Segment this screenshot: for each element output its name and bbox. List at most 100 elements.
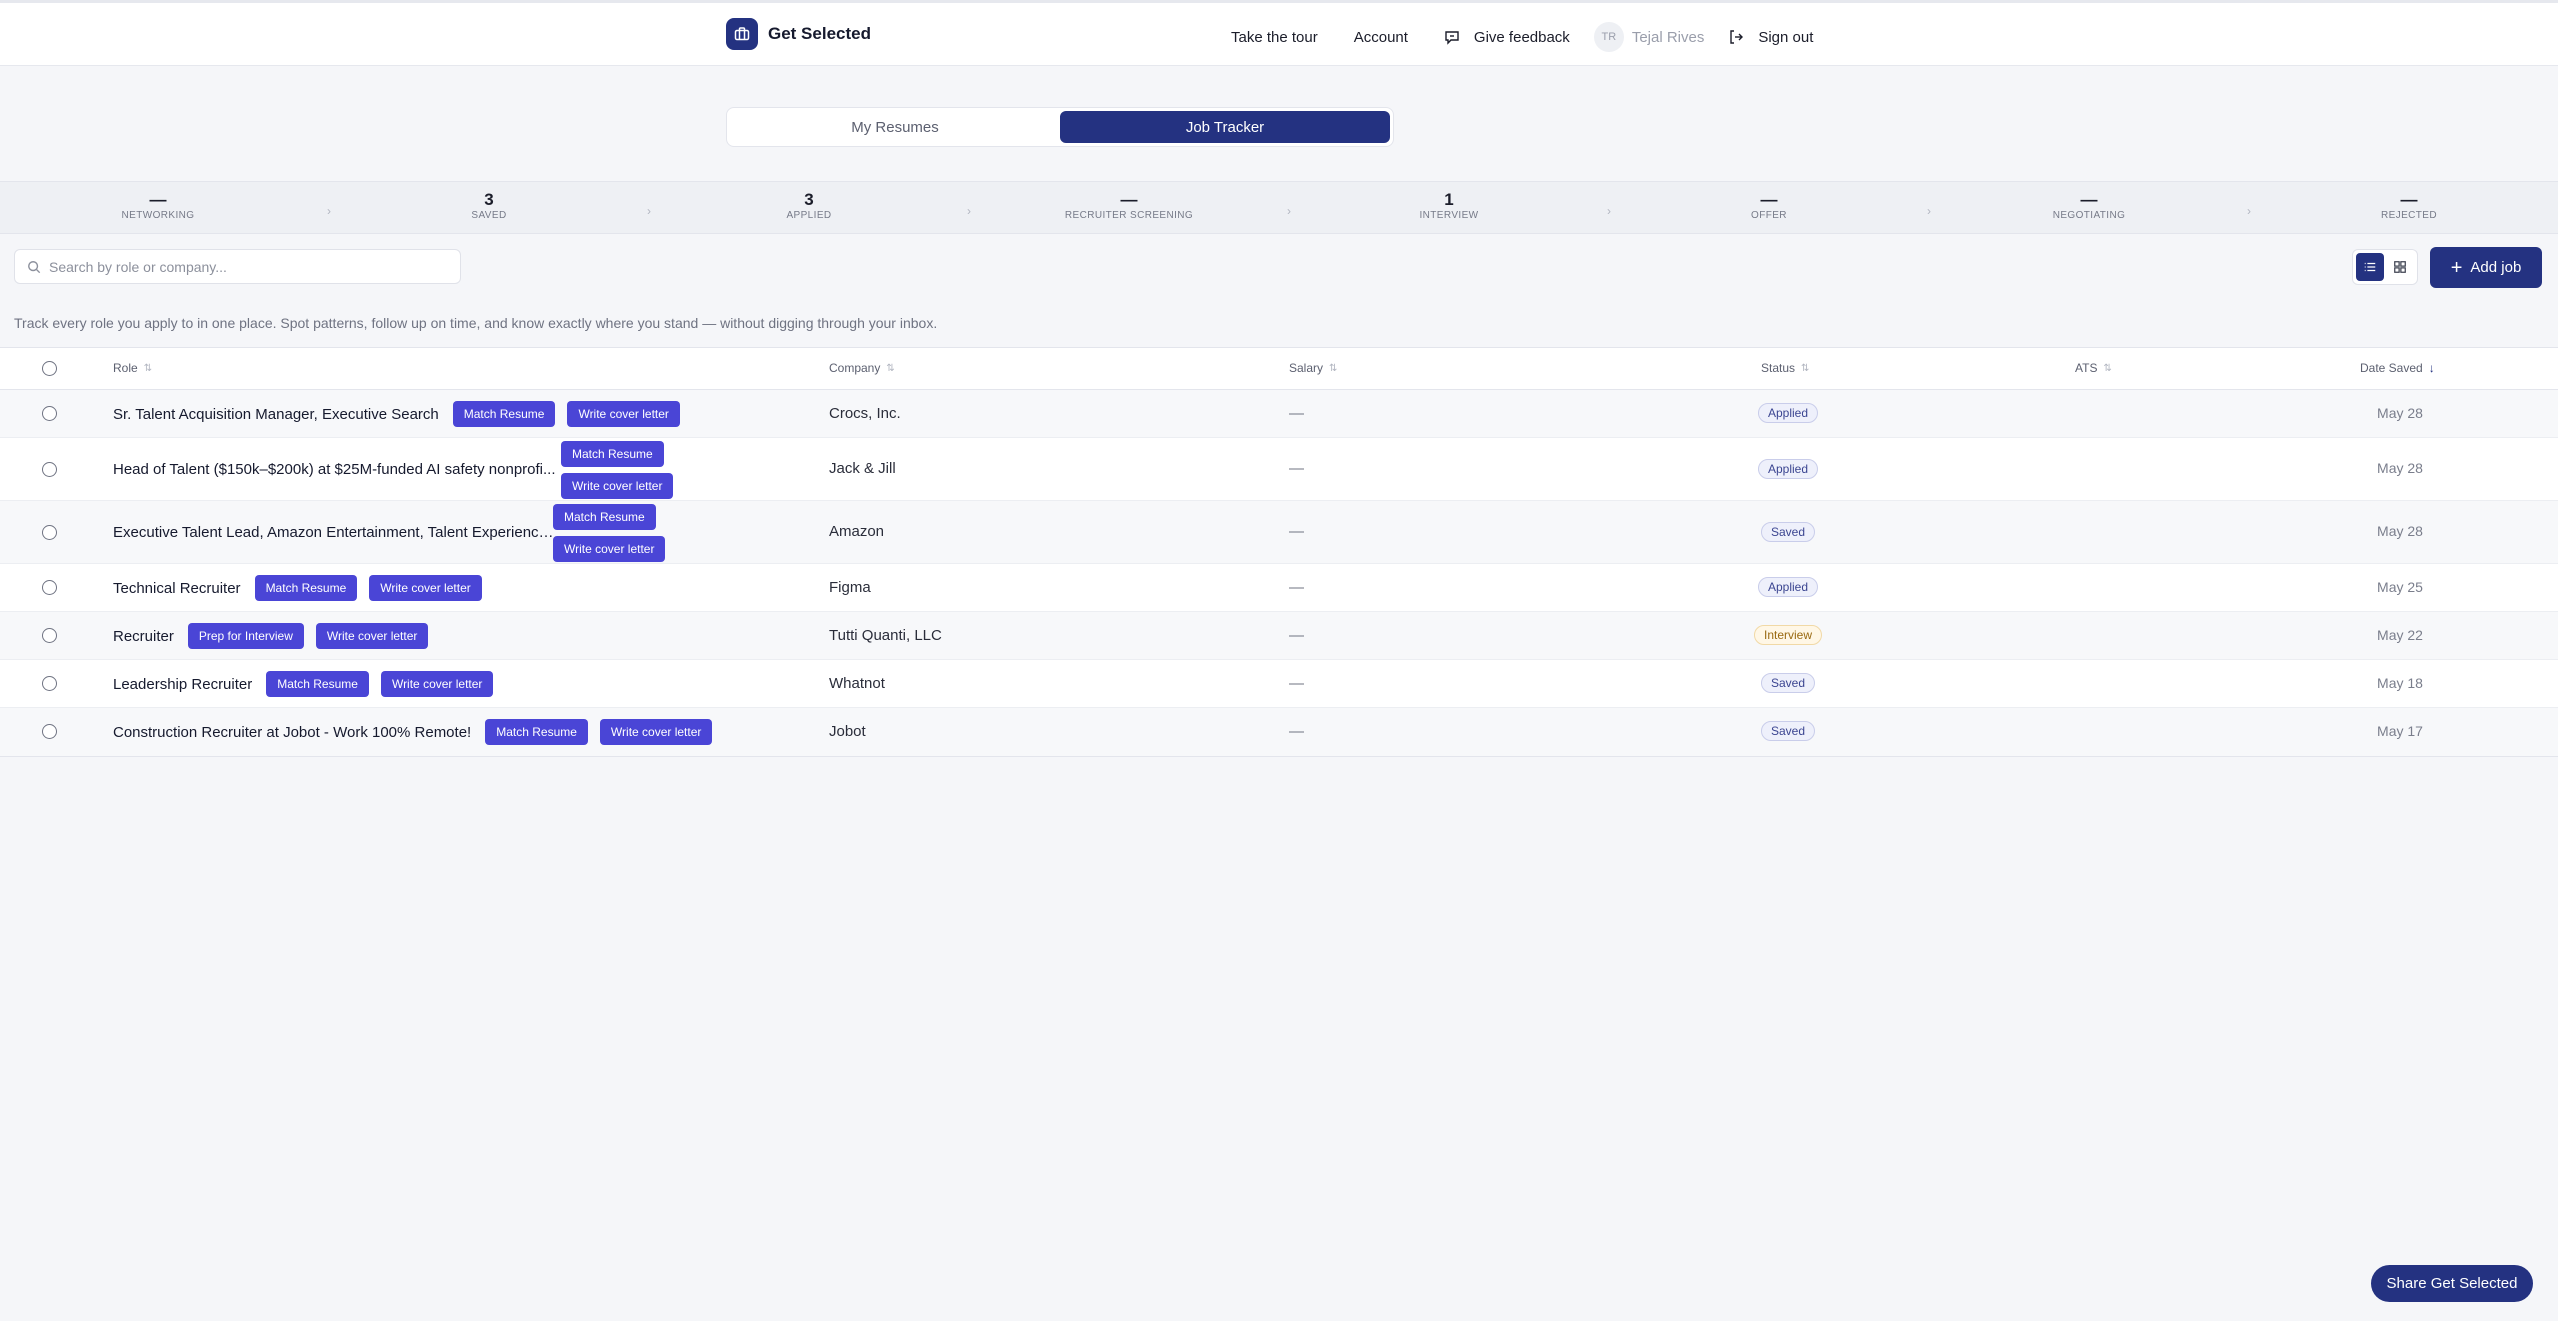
column-salary[interactable]: Salary ⇅ <box>1289 361 1337 375</box>
search-input[interactable] <box>49 258 449 275</box>
match-resume-button[interactable]: Match Resume <box>452 401 556 427</box>
row-checkbox[interactable] <box>42 676 57 691</box>
stage-label: NETWORKING <box>121 210 195 221</box>
stage-applied[interactable]: 3 APPLIED <box>729 191 889 222</box>
sort-icon: ⇅ <box>143 362 153 374</box>
give-feedback-label: Give feedback <box>1473 28 1570 46</box>
table-row[interactable]: Recruiter Prep for Interview Write cover… <box>0 612 2558 660</box>
write-cover-letter-button[interactable]: Write cover letter <box>315 623 429 649</box>
prep-for-interview-button[interactable]: Prep for Interview <box>187 623 304 649</box>
status-badge[interactable]: Applied <box>1757 577 1819 597</box>
search-box <box>14 249 461 284</box>
avatar[interactable]: TR <box>1593 22 1624 52</box>
share-button[interactable]: Share Get Selected <box>2371 1265 2533 1302</box>
stage-offer[interactable]: — OFFER <box>1689 190 1849 222</box>
write-cover-letter-button[interactable]: Write cover letter <box>369 575 482 601</box>
table-row[interactable]: Sr. Talent Acquisition Manager, Executiv… <box>0 390 2558 438</box>
search-icon <box>28 260 41 273</box>
stage-interview[interactable]: 1 INTERVIEW <box>1369 191 1529 222</box>
role-cell: Construction Recruiter at Jobot - Work 1… <box>113 719 713 745</box>
add-job-label: Add job <box>2470 259 2522 276</box>
top-nav: Take the tour Account Give feedback TR T… <box>1231 22 1813 52</box>
status-badge[interactable]: Applied <box>1757 403 1819 423</box>
table-row[interactable]: Technical Recruiter Match Resume Write c… <box>0 564 2558 612</box>
tab-job-tracker[interactable]: Job Tracker <box>1060 111 1390 143</box>
match-resume-button[interactable]: Match Resume <box>553 503 656 530</box>
write-cover-letter-button[interactable]: Write cover letter <box>380 671 494 697</box>
status-badge[interactable]: Saved <box>1760 721 1816 741</box>
write-cover-letter-button[interactable]: Write cover letter <box>599 719 713 745</box>
tab-my-resumes[interactable]: My Resumes <box>730 111 1060 143</box>
status-badge[interactable]: Saved <box>1760 522 1816 542</box>
match-resume-button[interactable]: Match Resume <box>266 671 369 697</box>
salary-cell: — <box>1289 523 1304 540</box>
table-row[interactable]: Construction Recruiter at Jobot - Work 1… <box>0 708 2558 756</box>
salary-cell: — <box>1289 723 1304 740</box>
date-cell: May 25 <box>2377 579 2423 595</box>
role-title[interactable]: Recruiter <box>113 628 174 645</box>
row-checkbox[interactable] <box>42 525 57 540</box>
salary-cell: — <box>1289 675 1304 692</box>
column-role[interactable]: Role ⇅ <box>113 361 152 375</box>
write-cover-letter-button[interactable]: Write cover letter <box>567 401 680 427</box>
date-cell: May 22 <box>2377 627 2423 643</box>
stage-recruiter-screening[interactable]: — RECRUITER SCREENING <box>1049 190 1209 222</box>
sort-icon: ⇅ <box>1329 362 1338 374</box>
view-toggle <box>2352 249 2418 285</box>
stage-count: 3 <box>484 190 494 209</box>
role-cell: Recruiter Prep for Interview Write cover… <box>113 623 429 649</box>
match-resume-button[interactable]: Match Resume <box>254 575 358 601</box>
sign-out-link[interactable]: Sign out <box>1728 29 1813 46</box>
column-status[interactable]: Status ⇅ <box>1761 361 1809 375</box>
add-job-button[interactable]: + Add job <box>2430 247 2542 288</box>
chevron-right-icon: › <box>327 204 331 218</box>
write-cover-letter-button[interactable]: Write cover letter <box>561 472 674 499</box>
table-row[interactable]: Executive Talent Lead, Amazon Entertainm… <box>0 501 2558 564</box>
account-link[interactable]: Account <box>1354 29 1408 46</box>
company-cell: Whatnot <box>829 675 885 692</box>
row-checkbox[interactable] <box>42 724 57 739</box>
row-checkbox[interactable] <box>42 628 57 643</box>
status-badge[interactable]: Applied <box>1757 459 1819 479</box>
pipeline-stages: — NETWORKING › 3 SAVED › 3 APPLIED › — R… <box>0 181 2558 234</box>
give-feedback-link[interactable]: Give feedback <box>1444 29 1570 46</box>
status-badge[interactable]: Saved <box>1760 673 1816 693</box>
column-date-saved[interactable]: Date Saved ↓ <box>2360 361 2435 375</box>
stage-networking[interactable]: — NETWORKING <box>78 191 238 222</box>
salary-cell: — <box>1289 627 1304 644</box>
list-view-button[interactable] <box>2356 253 2384 281</box>
role-title[interactable]: Leadership Recruiter <box>113 676 252 693</box>
stage-negotiating[interactable]: — NEGOTIATING <box>2009 191 2169 222</box>
role-title[interactable]: Sr. Talent Acquisition Manager, Executiv… <box>113 406 439 423</box>
role-title[interactable]: Head of Talent ($150k–$200k) at $25M-fun… <box>113 461 561 478</box>
row-checkbox[interactable] <box>42 580 57 595</box>
role-title[interactable]: Construction Recruiter at Jobot - Work 1… <box>113 724 471 741</box>
row-checkbox[interactable] <box>42 406 57 421</box>
write-cover-letter-button[interactable]: Write cover letter <box>553 535 666 562</box>
sign-out-icon <box>1730 30 1744 44</box>
stage-label: APPLIED <box>786 210 832 221</box>
column-ats[interactable]: ATS ⇅ <box>2075 361 2112 375</box>
take-tour-link[interactable]: Take the tour <box>1231 29 1318 46</box>
select-all-checkbox[interactable] <box>42 361 57 376</box>
view-tabs: My Resumes Job Tracker <box>726 107 1394 147</box>
column-company[interactable]: Company ⇅ <box>829 361 895 375</box>
brand[interactable]: Get Selected <box>726 18 871 50</box>
role-title[interactable]: Technical Recruiter <box>113 580 241 597</box>
stage-rejected[interactable]: — REJECTED <box>2329 191 2489 222</box>
role-title[interactable]: Executive Talent Lead, Amazon Entertainm… <box>113 524 561 541</box>
stage-saved[interactable]: 3 SAVED <box>409 190 569 222</box>
company-cell: Jack & Jill <box>829 460 896 477</box>
user-name: Tejal Rives <box>1631 28 1705 46</box>
status-badge[interactable]: Interview <box>1753 625 1823 645</box>
match-resume-button[interactable]: Match Resume <box>561 440 664 467</box>
grid-view-button[interactable] <box>2387 253 2415 281</box>
stage-count: — <box>1760 190 1778 209</box>
match-resume-button[interactable]: Match Resume <box>485 719 588 745</box>
column-label: Status <box>1761 361 1796 375</box>
row-checkbox[interactable] <box>42 462 57 477</box>
chevron-right-icon: › <box>1607 204 1611 218</box>
table-row[interactable]: Head of Talent ($150k–$200k) at $25M-fun… <box>0 438 2558 501</box>
table-row[interactable]: Leadership Recruiter Match Resume Write … <box>0 660 2558 708</box>
stage-count: — <box>1120 190 1138 209</box>
